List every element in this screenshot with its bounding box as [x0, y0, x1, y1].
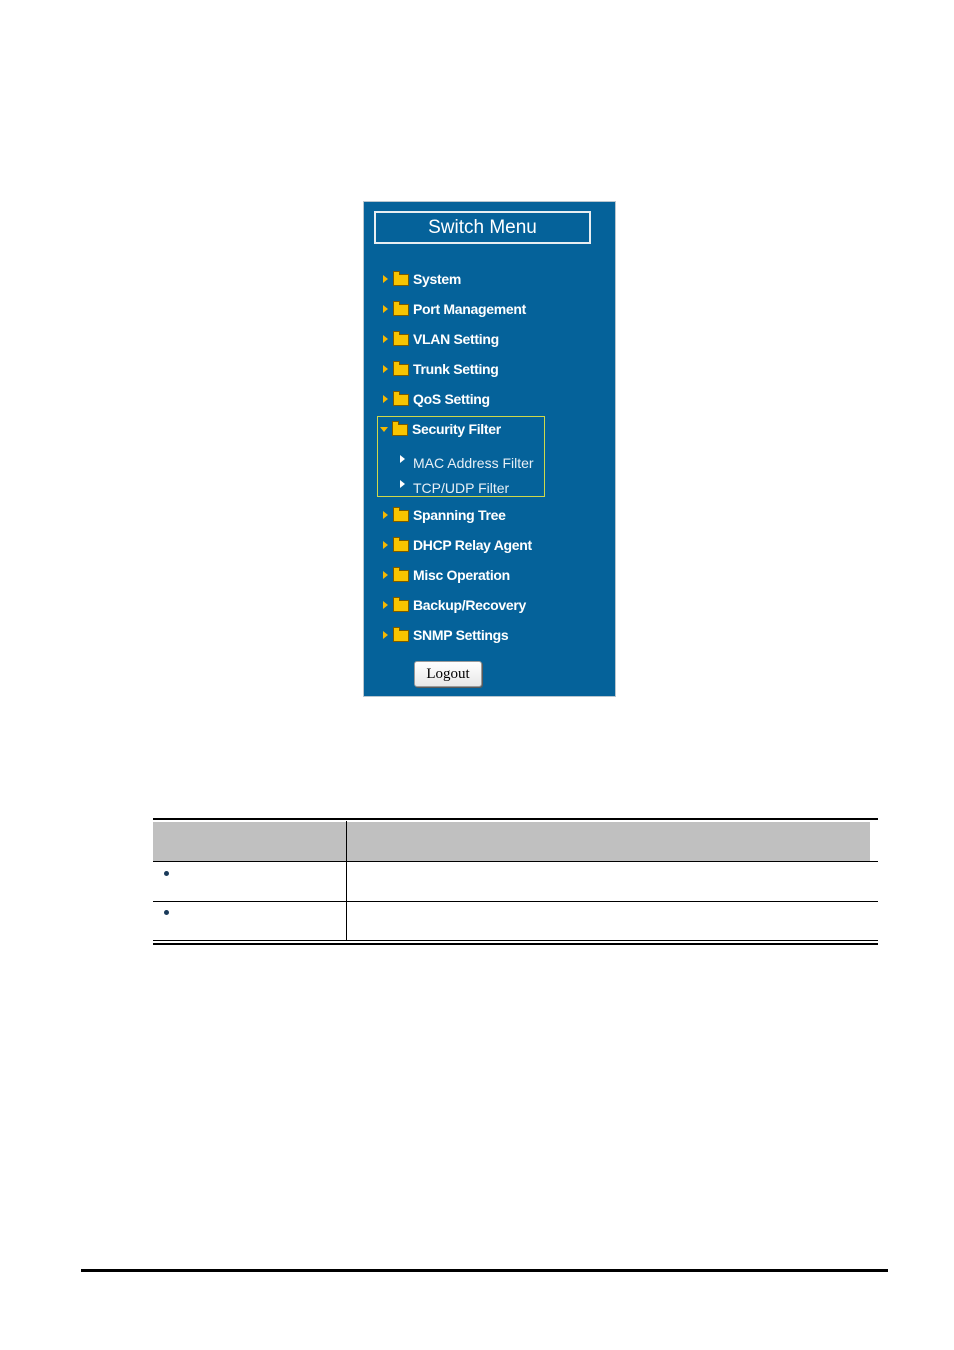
switch-menu-panel: Switch Menu System Port Management VLAN …: [363, 201, 616, 697]
menu-item-label: Spanning Tree: [413, 507, 506, 523]
menu-item-spanning-tree[interactable]: Spanning Tree: [382, 505, 506, 525]
folder-icon: [393, 567, 409, 582]
folder-icon: [392, 421, 408, 436]
menu-item-vlan-setting[interactable]: VLAN Setting: [382, 329, 499, 349]
table-top-rule: [153, 818, 878, 820]
table-header: [153, 822, 870, 862]
menu-item-qos-setting[interactable]: QoS Setting: [382, 389, 490, 409]
table-bottom-rule: [153, 943, 878, 945]
menu-title: Switch Menu: [374, 211, 591, 244]
folder-icon: [393, 271, 409, 286]
menu-item-label: SNMP Settings: [413, 627, 509, 643]
caret-right-icon: [383, 571, 388, 579]
logout-button[interactable]: Logout: [414, 661, 482, 687]
menu-item-system[interactable]: System: [382, 269, 461, 289]
menu-item-trunk-setting[interactable]: Trunk Setting: [382, 359, 499, 379]
folder-icon: [393, 507, 409, 522]
caret-right-icon: [383, 335, 388, 343]
caret-down-icon: [380, 426, 388, 432]
footer-rule: [81, 1269, 888, 1272]
menu-item-label: DHCP Relay Agent: [413, 537, 532, 553]
menu-item-port-management[interactable]: Port Management: [382, 299, 526, 319]
menu-item-label: System: [413, 271, 462, 287]
bullet-icon: [164, 871, 169, 876]
folder-icon: [393, 597, 409, 612]
folder-icon: [393, 627, 409, 642]
submenu-item-label: TCP/UDP Filter: [413, 480, 510, 496]
menu-item-snmp-settings[interactable]: SNMP Settings: [382, 625, 509, 645]
table-row: [153, 902, 878, 940]
bullet-icon: [164, 910, 169, 915]
caret-right-icon: [400, 480, 405, 488]
folder-icon: [393, 301, 409, 316]
menu-item-label: Backup/Recovery: [413, 597, 527, 613]
caret-right-icon: [383, 631, 388, 639]
folder-icon: [393, 391, 409, 406]
folder-icon: [393, 537, 409, 552]
caret-right-icon: [383, 395, 388, 403]
menu-item-label: Port Management: [413, 301, 526, 317]
caret-right-icon: [383, 541, 388, 549]
menu-item-security-filter[interactable]: Security Filter: [380, 419, 501, 439]
menu-item-dhcp-relay-agent[interactable]: DHCP Relay Agent: [382, 535, 532, 555]
folder-icon: [393, 361, 409, 376]
menu-item-label: Security Filter: [412, 421, 501, 437]
submenu-item-mac-address-filter[interactable]: MAC Address Filter: [400, 454, 534, 472]
table-bottom-rule: [153, 940, 878, 941]
caret-right-icon: [383, 305, 388, 313]
menu-item-backup-recovery[interactable]: Backup/Recovery: [382, 595, 526, 615]
menu-item-misc-operation[interactable]: Misc Operation: [382, 565, 510, 585]
caret-right-icon: [383, 275, 388, 283]
caret-right-icon: [383, 511, 388, 519]
menu-item-label: VLAN Setting: [413, 331, 499, 347]
table-row: [153, 862, 878, 900]
submenu-item-tcp-udp-filter[interactable]: TCP/UDP Filter: [400, 479, 509, 497]
caret-right-icon: [383, 601, 388, 609]
menu-item-label: Misc Operation: [413, 567, 510, 583]
caret-right-icon: [400, 455, 405, 463]
menu-item-label: Trunk Setting: [413, 361, 499, 377]
menu-item-label: QoS Setting: [413, 391, 490, 407]
folder-icon: [393, 331, 409, 346]
caret-right-icon: [383, 365, 388, 373]
submenu-item-label: MAC Address Filter: [413, 455, 534, 471]
